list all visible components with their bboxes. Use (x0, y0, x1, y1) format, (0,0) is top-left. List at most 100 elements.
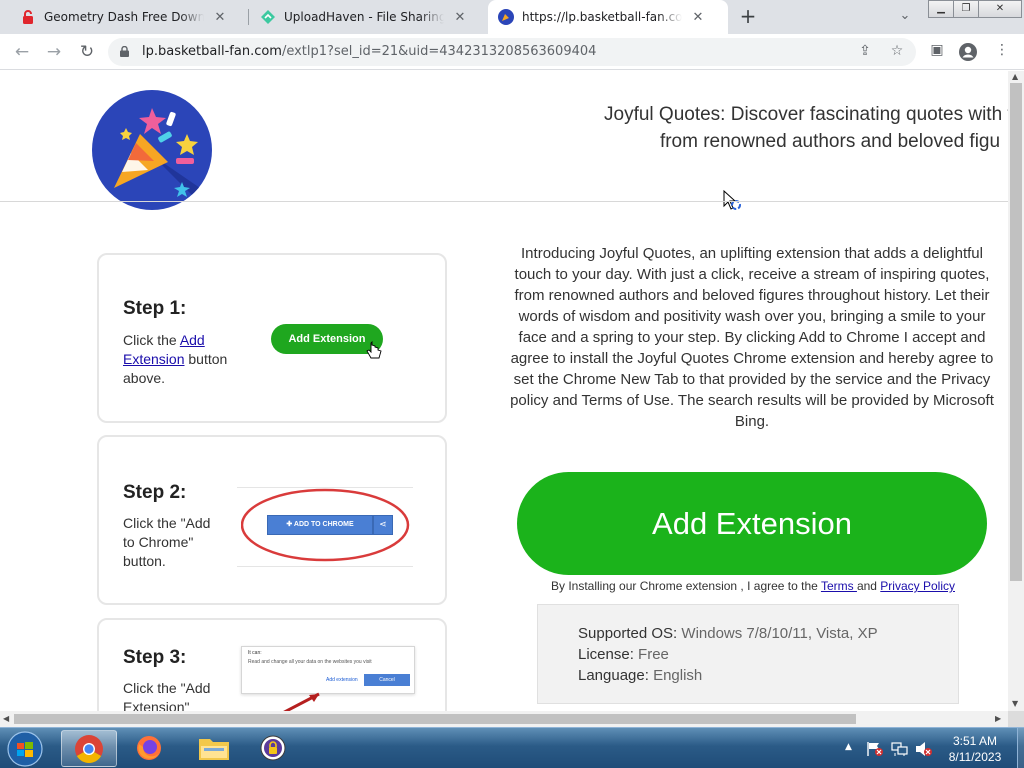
step-1-title: Step 1: (123, 298, 187, 319)
red-highlight-ellipse (241, 488, 410, 562)
scroll-right-arrow-icon[interactable]: ▶ (995, 714, 1001, 723)
page-headline: Joyful Quotes: Discover fascinating quot… (520, 101, 1008, 155)
info-label: Supported OS: (578, 625, 682, 642)
taskbar-keepass[interactable] (246, 730, 302, 767)
step-3-card: Step 3: Click the "Add Extension" It can… (97, 618, 447, 711)
info-label: License: (578, 646, 639, 663)
step-2-text: Click the "Add to Chrome" button. (123, 515, 211, 569)
step-3-text: Click the "Add Extension" (123, 680, 211, 711)
profile-avatar-icon[interactable] (958, 42, 978, 62)
folder-icon (199, 739, 229, 760)
step-1-card: Step 1: Click the Add Extension button a… (97, 253, 447, 423)
red-arrow-icon (283, 692, 320, 711)
network-icon[interactable] (891, 741, 909, 757)
terms-line: By Installing our Chrome extension , I a… (520, 579, 986, 593)
info-value: Free (638, 646, 669, 663)
header-divider (0, 201, 1008, 202)
volume-muted-icon[interactable] (915, 741, 933, 757)
forward-arrow-icon[interactable]: → (43, 41, 65, 63)
privacy-policy-link[interactable]: Privacy Policy (880, 579, 955, 593)
info-value: Windows 7/8/10/11, Vista, XP (681, 625, 878, 642)
dialog-add-extension: Add extension (326, 677, 358, 683)
step-2-screenshot: ✚ ADD TO CHROME ⋖ (237, 487, 413, 567)
terms-mid: and (856, 579, 881, 593)
chrome-icon (75, 735, 103, 763)
tab-title: Geometry Dash Free Download ( (44, 10, 204, 24)
scrollbar-corner (1008, 711, 1024, 727)
info-row-license: License: Free (578, 646, 669, 663)
scroll-up-arrow-icon[interactable]: ▲ (1012, 72, 1018, 81)
tab-uploadhaven[interactable]: UploadHaven - File Sharing Made ✕ (250, 0, 488, 34)
url-host: lp.basketball-fan.com (142, 44, 282, 59)
horizontal-scroll-thumb[interactable] (14, 714, 856, 724)
info-value: English (653, 667, 703, 684)
horizontal-scrollbar[interactable]: ◀ ▶ (0, 711, 1008, 727)
terms-link[interactable]: Terms (821, 579, 857, 593)
tab-strip: Geometry Dash Free Download ( ✕ UploadHa… (0, 0, 1024, 34)
terms-pre: By Installing our Chrome extension , I a… (551, 579, 821, 593)
windows-taskbar: ▲ 3:51 AM 8/11/2023 (0, 727, 1024, 768)
browser-toolbar: ← → ↻ lp.basketball-fan.com/extlp1?sel_i… (0, 34, 1024, 70)
dialog-title: It can: (248, 650, 262, 656)
tab-geometry-dash[interactable]: Geometry Dash Free Download ( ✕ (10, 0, 248, 34)
bookmark-star-icon[interactable]: ☆ (888, 43, 906, 61)
dialog-text: Read and change all your data on the web… (248, 659, 372, 665)
add-extension-button[interactable]: Add Extension (517, 472, 987, 575)
taskbar-clock[interactable]: 3:51 AM 8/11/2023 (935, 733, 1015, 765)
headline-line-2: from renowned authors and beloved figu (659, 131, 1001, 152)
lock-icon[interactable] (120, 46, 129, 57)
dialog-cancel: Cancel (364, 674, 410, 686)
address-bar[interactable]: lp.basketball-fan.com/extlp1?sel_id=21&u… (108, 38, 916, 66)
taskbar-chrome[interactable] (61, 730, 117, 767)
maximize-button[interactable]: ❐ (953, 0, 979, 18)
red-lock-favicon-icon (23, 10, 33, 24)
hand-pointer-icon (366, 341, 382, 359)
step-1-text-pre: Click the (123, 332, 180, 348)
page-viewport: Joyful Quotes: Discover fascinating quot… (0, 71, 1008, 711)
headline-line-1: Joyful Quotes: Discover fascinating quot… (604, 104, 1008, 125)
show-hidden-icons-chevron-icon[interactable]: ▲ (845, 742, 852, 768)
info-label: Language: (578, 667, 654, 684)
step-1-text: Click the Add Extension button above. (123, 331, 233, 388)
taskbar-firefox[interactable] (122, 730, 178, 767)
minimize-button[interactable]: ▁ (928, 0, 954, 18)
step-3-title: Step 3: (123, 647, 187, 668)
info-box: Supported OS: Windows 7/8/10/11, Vista, … (537, 604, 959, 704)
intro-paragraph: Introducing Joyful Quotes, an uplifting … (510, 245, 994, 430)
vertical-scrollbar[interactable]: ▲ ▼ (1008, 71, 1024, 711)
url-path: /extlp1?sel_id=21&uid=434231320856360940… (281, 44, 597, 59)
tab-basketball-fan[interactable]: https://lp.basketball-fan.com/ext ✕ (488, 0, 728, 34)
kebab-menu-icon[interactable]: ⋮ (992, 42, 1012, 62)
info-row-os: Supported OS: Windows 7/8/10/11, Vista, … (578, 625, 878, 642)
action-center-flag-icon[interactable] (866, 741, 884, 757)
show-desktop-button[interactable] (1017, 728, 1024, 768)
tab-separator (248, 9, 249, 25)
close-tab-icon[interactable]: ✕ (212, 10, 228, 25)
step-2-card: Step 2: Click the "Add to Chrome" button… (97, 435, 447, 605)
close-tab-icon[interactable]: ✕ (452, 10, 468, 25)
vertical-scroll-thumb[interactable] (1010, 83, 1022, 581)
clock-date: 8/11/2023 (948, 750, 1002, 764)
party-favicon-icon (498, 9, 514, 25)
back-arrow-icon[interactable]: ← (11, 41, 33, 63)
reload-icon[interactable]: ↻ (76, 41, 98, 63)
share-icon[interactable]: ⇪ (856, 43, 874, 61)
info-row-language: Language: English (578, 667, 702, 684)
step-3-dialog-screenshot: It can: Read and change all your data on… (241, 646, 415, 694)
tab-search-chevron-icon[interactable]: ⌄ (895, 8, 915, 26)
close-tab-icon[interactable]: ✕ (690, 10, 706, 25)
party-popper-logo (92, 90, 212, 210)
url-text: lp.basketball-fan.com/extlp1?sel_id=21&u… (142, 44, 596, 59)
tab-title: UploadHaven - File Sharing Made (284, 10, 444, 24)
side-panel-icon[interactable]: ▣ (927, 42, 947, 62)
new-tab-button[interactable]: + (737, 5, 759, 27)
scroll-left-arrow-icon[interactable]: ◀ (3, 714, 9, 723)
loading-cursor-icon (723, 189, 741, 210)
tab-title: https://lp.basketball-fan.com/ext (522, 10, 682, 24)
taskbar-explorer[interactable] (186, 730, 242, 767)
scroll-down-arrow-icon[interactable]: ▼ (1012, 699, 1018, 708)
clock-time: 3:51 AM (952, 734, 998, 748)
windows-start-button[interactable] (4, 730, 46, 768)
uploadhaven-favicon-icon (261, 10, 275, 24)
window-close-button[interactable]: ✕ (978, 0, 1022, 18)
